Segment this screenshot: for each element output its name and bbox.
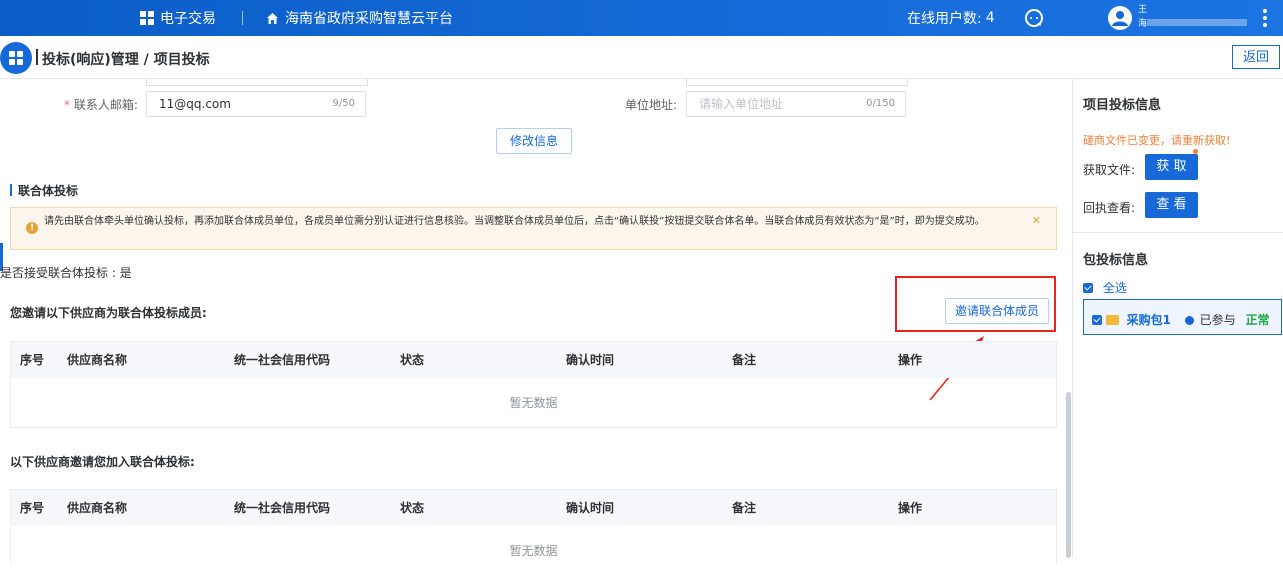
col-status: 状态 xyxy=(400,353,425,367)
modify-info-button[interactable]: 修改信息 xyxy=(496,128,572,154)
previous-field-edge xyxy=(146,79,368,86)
checkbox-checked-icon xyxy=(1092,315,1102,325)
topbar-divider xyxy=(242,11,243,25)
user-org: 海 xyxy=(1138,19,1148,29)
package-card[interactable]: 采购包1 已参与 正常 xyxy=(1083,299,1282,335)
checkbox-checked-icon xyxy=(1083,283,1093,293)
check-circle-icon xyxy=(1184,316,1194,325)
invited-members-table: 序号 供应商名称 统一社会信用代码 状态 确认时间 备注 操作 暂无数据 xyxy=(10,341,1057,428)
file-changed-warning: 磋商文件已变更，请重新获取! xyxy=(1083,134,1231,147)
grid-icon xyxy=(140,11,154,25)
invited-members-title: 您邀请以下供应商为联合体投标成员: xyxy=(10,306,207,320)
notice-alert: ! 请先由联合体牵头单位确认投标，再添加联合体成员单位，各成员单位需分别认证进行… xyxy=(10,207,1057,250)
address-placeholder: 请输入单位地址 xyxy=(699,97,784,111)
col-confirm-time: 确认时间 xyxy=(566,501,615,515)
col-actions: 操作 xyxy=(898,501,923,515)
apps-menu[interactable]: 电子交易 xyxy=(140,0,216,36)
user-name: 王 xyxy=(1138,5,1148,15)
col-remark: 备注 xyxy=(732,501,757,515)
address-char-count: 0/150 xyxy=(866,98,895,109)
divider xyxy=(1073,232,1283,233)
apps-label: 电子交易 xyxy=(160,11,216,27)
back-button[interactable]: 返回 xyxy=(1232,45,1280,69)
fetch-file-label: 获取文件: xyxy=(1083,163,1136,177)
fetch-file-button[interactable]: 获 取 xyxy=(1145,154,1198,180)
col-remark: 备注 xyxy=(732,353,757,367)
email-field[interactable]: 11@qq.com 9/50 xyxy=(146,91,366,117)
empty-text: 暂无数据 xyxy=(509,544,558,558)
online-label: 在线用户数: xyxy=(907,11,982,27)
empty-text: 暂无数据 xyxy=(509,396,558,410)
address-label: 单位地址: xyxy=(625,98,678,112)
platform-home-link[interactable]: 海南省政府采购智慧云平台 xyxy=(266,0,453,36)
col-supplier-name: 供应商名称 xyxy=(67,501,128,515)
email-label: * 联系人邮箱: xyxy=(64,98,138,112)
col-index: 序号 xyxy=(20,501,45,515)
table-header: 序号 供应商名称 统一社会信用代码 状态 确认时间 备注 操作 xyxy=(11,490,1056,526)
page-title: 投标(响应)管理 / 项目投标 xyxy=(42,52,210,68)
menu-toggle-button[interactable] xyxy=(0,42,32,74)
col-credit-code: 统一社会信用代码 xyxy=(234,501,331,515)
select-all-label: 全选 xyxy=(1102,281,1127,295)
folder-icon xyxy=(1105,315,1119,325)
avatar[interactable] xyxy=(1108,6,1132,30)
accept-consortium-text: 是否接受联合体投标 : 是 xyxy=(0,266,132,280)
inviting-suppliers-table: 序号 供应商名称 统一社会信用代码 状态 确认时间 备注 操作 暂无数据 xyxy=(10,489,1057,564)
more-menu-icon[interactable] xyxy=(1262,7,1268,29)
col-actions: 操作 xyxy=(898,353,923,367)
notice-text: 请先由联合体牵头单位确认投标，再添加联合体成员单位，各成员单位需分别认证进行信息… xyxy=(44,216,985,227)
notification-dot xyxy=(1193,149,1198,154)
address-field[interactable]: 请输入单位地址 0/150 xyxy=(686,91,906,117)
select-all-checkbox[interactable]: 全选 xyxy=(1083,279,1127,296)
package-status: 已参与 xyxy=(1199,313,1236,327)
package-info-title: 包投标信息 xyxy=(1083,253,1149,268)
col-credit-code: 统一社会信用代码 xyxy=(234,353,331,367)
email-char-count: 9/50 xyxy=(332,98,355,109)
table-header: 序号 供应商名称 统一社会信用代码 状态 确认时间 备注 操作 xyxy=(11,342,1056,378)
previous-field-edge xyxy=(686,79,908,86)
package-name: 采购包1 xyxy=(1126,313,1172,327)
col-status: 状态 xyxy=(400,501,425,515)
view-receipt-button[interactable]: 查 看 xyxy=(1145,192,1198,218)
warning-icon: ! xyxy=(26,222,38,234)
email-value: 11@qq.com xyxy=(159,97,231,111)
home-icon xyxy=(267,12,278,24)
right-panel: 项目投标信息 磋商文件已变更，请重新获取! 获取文件: 获 取 回执查看: 查 … xyxy=(1072,79,1283,558)
consortium-section-title: 联合体投标 xyxy=(10,182,78,199)
col-index: 序号 xyxy=(20,353,45,367)
online-count: 4 xyxy=(985,10,995,26)
inviting-suppliers-title: 以下供应商邀请您加入联合体投标: xyxy=(10,455,195,469)
project-info-title: 项目投标信息 xyxy=(1083,98,1162,113)
user-icon xyxy=(1112,11,1128,26)
close-icon[interactable]: ✕ xyxy=(1032,214,1041,227)
title-accent-bar xyxy=(36,49,38,65)
receipt-label: 回执查看: xyxy=(1083,201,1136,215)
package-state: 正常 xyxy=(1245,313,1270,327)
col-supplier-name: 供应商名称 xyxy=(67,353,128,367)
scrollbar[interactable] xyxy=(1066,392,1071,558)
top-navigation-bar: 电子交易 海南省政府采购智慧云平台 在线用户数: 4 王 海 xyxy=(0,0,1283,36)
chat-icon[interactable] xyxy=(1024,8,1044,28)
platform-name: 海南省政府采购智慧云平台 xyxy=(285,11,453,27)
col-confirm-time: 确认时间 xyxy=(566,353,615,367)
grid-icon xyxy=(9,51,23,65)
user-info[interactable]: 王 海 xyxy=(1138,4,1248,30)
highlight-box xyxy=(895,276,1056,332)
user-org-mask xyxy=(1147,19,1248,26)
package-row: 采购包1 已参与 正常 xyxy=(1092,311,1270,328)
online-users: 在线用户数: 4 xyxy=(907,0,995,36)
